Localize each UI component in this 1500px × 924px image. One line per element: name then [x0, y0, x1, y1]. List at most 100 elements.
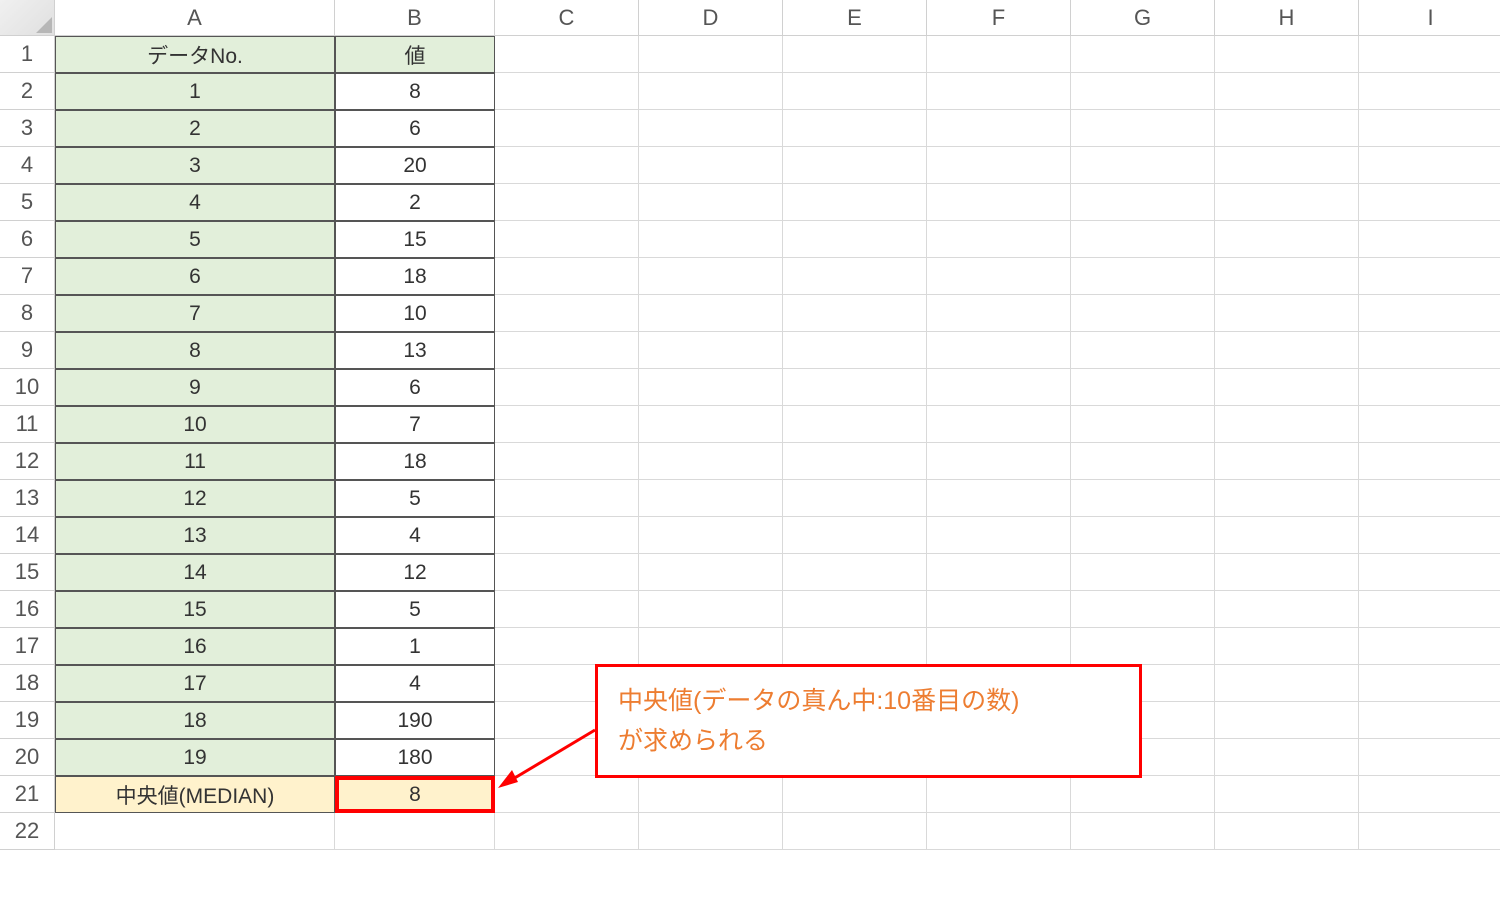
cell-i1[interactable]: [1359, 36, 1500, 73]
cell-b9[interactable]: 13: [335, 332, 495, 369]
cell-a14[interactable]: 13: [55, 517, 335, 554]
cell-g1[interactable]: [1071, 36, 1215, 73]
cell-i20[interactable]: [1359, 739, 1500, 776]
cell-c13[interactable]: [495, 480, 639, 517]
cell-b7[interactable]: 18: [335, 258, 495, 295]
cell-c17[interactable]: [495, 628, 639, 665]
row-header-22[interactable]: 22: [0, 813, 55, 850]
cell-d17[interactable]: [639, 628, 783, 665]
cell-a3[interactable]: 2: [55, 110, 335, 147]
cell-a5[interactable]: 4: [55, 184, 335, 221]
cell-c11[interactable]: [495, 406, 639, 443]
cell-g11[interactable]: [1071, 406, 1215, 443]
cell-h5[interactable]: [1215, 184, 1359, 221]
cell-g21[interactable]: [1071, 776, 1215, 813]
cell-a16[interactable]: 15: [55, 591, 335, 628]
cell-g10[interactable]: [1071, 369, 1215, 406]
cell-a22[interactable]: [55, 813, 335, 850]
cell-c21[interactable]: [495, 776, 639, 813]
cell-i16[interactable]: [1359, 591, 1500, 628]
cell-c6[interactable]: [495, 221, 639, 258]
cell-e1[interactable]: [783, 36, 927, 73]
cell-f22[interactable]: [927, 813, 1071, 850]
cell-f6[interactable]: [927, 221, 1071, 258]
cell-h8[interactable]: [1215, 295, 1359, 332]
row-header-12[interactable]: 12: [0, 443, 55, 480]
cell-i7[interactable]: [1359, 258, 1500, 295]
cell-a20[interactable]: 19: [55, 739, 335, 776]
cell-i6[interactable]: [1359, 221, 1500, 258]
cell-d21[interactable]: [639, 776, 783, 813]
cell-i15[interactable]: [1359, 554, 1500, 591]
cell-d8[interactable]: [639, 295, 783, 332]
cell-g3[interactable]: [1071, 110, 1215, 147]
cell-c16[interactable]: [495, 591, 639, 628]
cell-d13[interactable]: [639, 480, 783, 517]
cell-e4[interactable]: [783, 147, 927, 184]
cell-i13[interactable]: [1359, 480, 1500, 517]
cell-f12[interactable]: [927, 443, 1071, 480]
cell-a9[interactable]: 8: [55, 332, 335, 369]
row-header-17[interactable]: 17: [0, 628, 55, 665]
cell-a8[interactable]: 7: [55, 295, 335, 332]
cell-f11[interactable]: [927, 406, 1071, 443]
cell-h17[interactable]: [1215, 628, 1359, 665]
cell-c9[interactable]: [495, 332, 639, 369]
cell-b3[interactable]: 6: [335, 110, 495, 147]
cell-i14[interactable]: [1359, 517, 1500, 554]
cell-g15[interactable]: [1071, 554, 1215, 591]
cell-h19[interactable]: [1215, 702, 1359, 739]
select-all-corner[interactable]: [0, 0, 55, 36]
cell-e8[interactable]: [783, 295, 927, 332]
row-header-16[interactable]: 16: [0, 591, 55, 628]
cell-b20[interactable]: 180: [335, 739, 495, 776]
cell-a10[interactable]: 9: [55, 369, 335, 406]
cell-b2[interactable]: 8: [335, 73, 495, 110]
cell-d22[interactable]: [639, 813, 783, 850]
cell-b5[interactable]: 2: [335, 184, 495, 221]
cell-d9[interactable]: [639, 332, 783, 369]
cell-d11[interactable]: [639, 406, 783, 443]
cell-f21[interactable]: [927, 776, 1071, 813]
cell-a19[interactable]: 18: [55, 702, 335, 739]
cell-a13[interactable]: 12: [55, 480, 335, 517]
cell-i8[interactable]: [1359, 295, 1500, 332]
cell-c3[interactable]: [495, 110, 639, 147]
cell-b13[interactable]: 5: [335, 480, 495, 517]
cell-f10[interactable]: [927, 369, 1071, 406]
cell-g9[interactable]: [1071, 332, 1215, 369]
cell-h13[interactable]: [1215, 480, 1359, 517]
cell-h7[interactable]: [1215, 258, 1359, 295]
cell-h14[interactable]: [1215, 517, 1359, 554]
row-header-2[interactable]: 2: [0, 73, 55, 110]
cell-g14[interactable]: [1071, 517, 1215, 554]
cell-i21[interactable]: [1359, 776, 1500, 813]
cell-h10[interactable]: [1215, 369, 1359, 406]
row-header-10[interactable]: 10: [0, 369, 55, 406]
cell-f9[interactable]: [927, 332, 1071, 369]
cell-g6[interactable]: [1071, 221, 1215, 258]
cell-e13[interactable]: [783, 480, 927, 517]
cell-a6[interactable]: 5: [55, 221, 335, 258]
cell-e9[interactable]: [783, 332, 927, 369]
cell-i3[interactable]: [1359, 110, 1500, 147]
cell-i4[interactable]: [1359, 147, 1500, 184]
cell-c12[interactable]: [495, 443, 639, 480]
cell-g17[interactable]: [1071, 628, 1215, 665]
cell-f5[interactable]: [927, 184, 1071, 221]
cell-d16[interactable]: [639, 591, 783, 628]
cell-f7[interactable]: [927, 258, 1071, 295]
cell-i11[interactable]: [1359, 406, 1500, 443]
cell-e2[interactable]: [783, 73, 927, 110]
cell-f14[interactable]: [927, 517, 1071, 554]
cell-g12[interactable]: [1071, 443, 1215, 480]
cell-i5[interactable]: [1359, 184, 1500, 221]
cell-h22[interactable]: [1215, 813, 1359, 850]
cell-g2[interactable]: [1071, 73, 1215, 110]
cell-b1[interactable]: 値: [335, 36, 495, 73]
cell-b12[interactable]: 18: [335, 443, 495, 480]
cell-d7[interactable]: [639, 258, 783, 295]
row-header-18[interactable]: 18: [0, 665, 55, 702]
cell-b4[interactable]: 20: [335, 147, 495, 184]
cell-c5[interactable]: [495, 184, 639, 221]
